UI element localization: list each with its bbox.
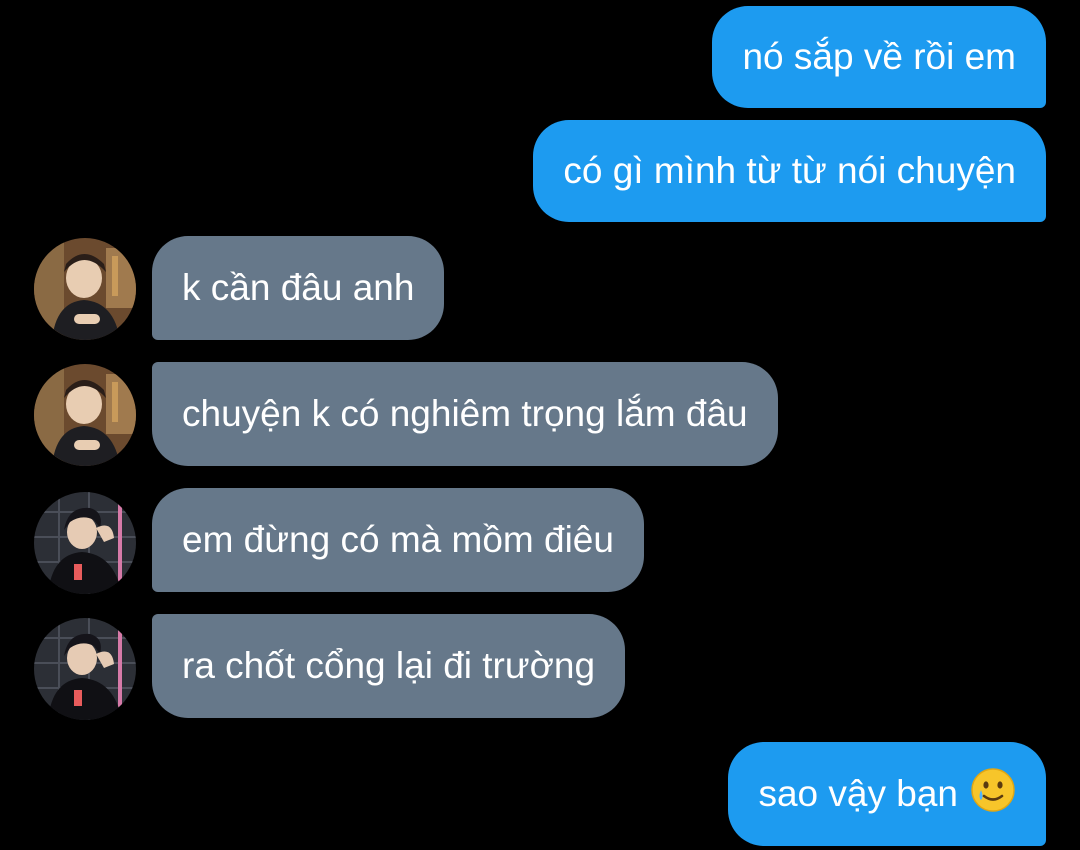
avatar-b-image	[34, 492, 136, 594]
outgoing-message-bubble[interactable]: có gì mình từ từ nói chuyện	[533, 120, 1046, 222]
message-text: có gì mình từ từ nói chuyện	[563, 150, 1016, 191]
sender-avatar[interactable]	[34, 618, 136, 720]
outgoing-message-bubble[interactable]: sao vậy bạn	[728, 742, 1046, 846]
incoming-message-bubble[interactable]: chuyện k có nghiêm trọng lắm đâu	[152, 362, 778, 466]
smiling-face-with-tear-icon	[970, 767, 1016, 822]
incoming-message-bubble[interactable]: ra chốt cổng lại đi trường	[152, 614, 626, 718]
incoming-message-bubble[interactable]: k cần đâu anh	[152, 236, 445, 340]
sender-avatar[interactable]	[34, 492, 136, 594]
sender-avatar[interactable]	[34, 364, 136, 466]
message-text: ra chốt cổng lại đi trường	[182, 645, 596, 686]
avatar-a-image	[34, 364, 136, 466]
avatar-b-image	[34, 618, 136, 720]
message-text: nó sắp về rồi em	[742, 36, 1016, 77]
message-text: k cần đâu anh	[182, 267, 415, 308]
sender-avatar[interactable]	[34, 238, 136, 340]
outgoing-message-bubble[interactable]: nó sắp về rồi em	[712, 6, 1046, 108]
incoming-message-bubble[interactable]: em đừng có mà mồm điêu	[152, 488, 644, 592]
avatar-a-image	[34, 238, 136, 340]
message-text: sao vậy bạn	[758, 773, 958, 814]
message-text: em đừng có mà mồm điêu	[182, 519, 614, 560]
message-text: chuyện k có nghiêm trọng lắm đâu	[182, 393, 748, 434]
